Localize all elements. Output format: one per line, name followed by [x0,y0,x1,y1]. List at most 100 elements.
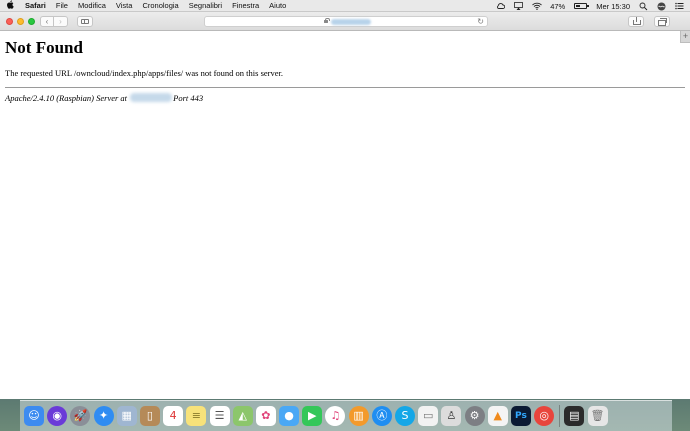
menu-cronologia[interactable]: Cronologia [142,1,178,10]
battery-icon[interactable] [574,3,590,9]
notes-icon: ≡ [186,406,207,426]
dock-separator [559,405,561,427]
menu-modifica[interactable]: Modifica [78,1,106,10]
server-signature: Apache/2.4.10 (Raspbian) Server at Port … [5,93,685,104]
dock-item-finder[interactable]: ☺ [24,406,44,426]
server-signature-prefix: Apache/2.4.10 (Raspbian) Server at [5,93,128,103]
dock-item-photoshop[interactable]: Ps [510,406,531,426]
photos-icon: ✿ [255,406,276,426]
contacts-icon: ▯ [139,406,160,426]
notification-center-icon[interactable] [675,2,684,10]
dock-item-vlc[interactable]: ▲ [487,406,508,426]
menu-bar-status-area: 47% Mer 15:30 [487,0,684,12]
safari-toolbar: ‹ › ↻ [0,12,690,31]
finder-glyph: ☺ [28,409,40,422]
dock-item-photos[interactable]: ✿ [255,406,276,426]
dock-item-ibooks[interactable]: ▥ [348,406,369,426]
preview-icon: ▦ [116,406,137,426]
adobe-cc-icon[interactable] [496,2,506,10]
show-sidebar-button[interactable] [77,16,93,27]
menu-vista[interactable]: Vista [116,1,133,10]
fullscreen-window-button[interactable] [28,18,35,25]
menu-bar: Safari File Modifica Vista Cronologia Se… [0,0,690,12]
airplay-icon[interactable] [514,2,524,10]
messages-glyph: ● [284,409,294,422]
photoshop-icon: Ps [510,406,531,426]
siri-icon[interactable] [657,2,666,11]
reminders-glyph: ☰ [214,409,225,422]
siri-glyph: ◉ [52,409,62,422]
photoshop-glyph: Ps [515,411,527,421]
dock-item-facetime[interactable]: ▶ [302,406,323,426]
dock: ☺ ◉ 🚀 ✦ ▦ ▯ 4 ≡ ☰ ◭ ✿ ● ▶ ♫ ▥ Ⓐ S ▭ ♙ ⚙ ▲ Ps ◎ ▤ 🗑 [20,400,672,431]
spotlight-icon[interactable] [639,2,648,11]
minimize-window-button[interactable] [17,18,24,25]
lock-icon [324,18,330,23]
wifi-icon[interactable] [532,2,543,10]
dock-item-calendar[interactable]: 4 [163,406,184,426]
skype-icon: S [395,406,415,426]
siri-icon: ◉ [47,406,68,426]
dock-item-skype[interactable]: S [395,406,415,426]
app-store-icon: Ⓐ [371,406,392,426]
dock-item-itunes[interactable]: ♫ [325,406,346,426]
page-content: Not Found The requested URL /owncloud/in… [0,32,690,399]
dock-item-system-preferences[interactable]: ⚙ [464,406,485,426]
redacted-url [331,19,371,25]
dock-item-notes[interactable]: ≡ [186,406,207,426]
textedit-glyph: ▭ [422,409,434,422]
trash-icon: 🗑 [587,406,608,426]
back-button[interactable]: ‹ [40,16,54,27]
redacted-server-address [130,93,173,102]
battery-level-fill [576,5,581,7]
battery-percent: 47% [550,1,566,11]
dock-item-contacts[interactable]: ▯ [139,406,160,426]
dock-item-maps[interactable]: ◭ [232,406,253,426]
dock-item-terminal-folder[interactable]: ▤ [564,406,585,426]
messages-icon: ● [279,406,300,426]
share-button[interactable] [628,16,644,27]
dock-item-reminders[interactable]: ☰ [209,406,230,426]
dock-item-launchpad[interactable]: 🚀 [70,406,91,426]
dock-item-textedit[interactable]: ▭ [418,406,439,426]
app-store-glyph: Ⓐ [376,409,388,422]
chevron-left-icon: ‹ [45,17,49,26]
dock-item-siri[interactable]: ◉ [47,406,68,426]
dock-item-app-store[interactable]: Ⓐ [371,406,392,426]
maps-icon: ◭ [232,406,253,426]
contacts-glyph: ▯ [146,409,153,422]
chevron-right-icon: › [59,17,62,26]
menu-segnalibri[interactable]: Segnalibri [189,1,222,10]
sidebar-icon [81,19,89,24]
system-preferences-icon: ⚙ [464,406,485,426]
itunes-icon: ♫ [325,406,346,426]
facetime-glyph: ▶ [308,409,317,422]
menu-app-name[interactable]: Safari [25,1,46,10]
error-message: The requested URL /owncloud/index.php/ap… [5,68,284,78]
menu-clock[interactable]: Mer 15:30 [596,2,630,11]
reload-icon[interactable]: ↻ [477,17,484,27]
photos-glyph: ✿ [261,409,271,422]
apple-icon[interactable] [6,0,16,11]
safari-window: ‹ › ↻ + Not Found The requested URL /own… [0,12,690,399]
dock-item-messages[interactable]: ● [279,406,300,426]
close-window-button[interactable] [6,18,13,25]
dock-item-safari[interactable]: ✦ [93,406,114,426]
chrome-glyph: ◎ [539,409,549,422]
ibooks-glyph: ▥ [353,409,364,422]
menu-file[interactable]: File [56,1,68,10]
show-all-tabs-button[interactable] [654,16,670,27]
dock-item-automator[interactable]: ♙ [441,406,462,426]
dock-item-trash[interactable]: 🗑 [587,406,608,426]
dock-item-chrome[interactable]: ◎ [534,406,555,426]
menu-aiuto[interactable]: Aiuto [269,1,286,10]
skype-glyph: S [401,409,409,422]
divider [5,87,685,88]
notes-glyph: ≡ [191,409,201,422]
address-bar[interactable]: ↻ [204,16,488,27]
menu-finestra[interactable]: Finestra [232,1,259,10]
forward-button[interactable]: › [54,16,68,27]
terminal-folder-icon: ▤ [564,406,585,426]
system-preferences-glyph: ⚙ [469,409,480,422]
dock-item-preview[interactable]: ▦ [116,406,137,426]
